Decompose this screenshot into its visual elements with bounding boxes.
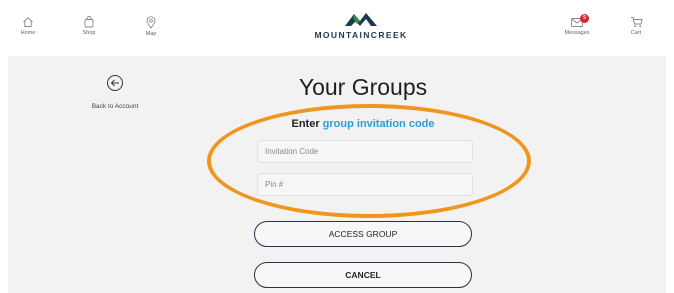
invitation-code-input[interactable] [257,140,473,163]
messages-count-badge: 5 [580,14,589,23]
mountain-logo-icon [345,13,377,26]
nav-map[interactable]: Map [131,16,171,37]
top-nav-bar: Home Shop Map MOUNTAINCREEK 5 Messages C… [8,8,666,56]
nav-cart-label: Cart [630,30,642,36]
brand-logo[interactable]: MOUNTAINCREEK [306,12,416,40]
cancel-button[interactable]: CANCEL [254,262,472,288]
nav-messages-label: Messages [564,30,590,36]
page-title: Your Groups [298,74,428,100]
back-arrow-icon [107,75,123,91]
nav-shop[interactable]: Shop [69,16,109,36]
back-to-account-label: Back to Account [91,103,139,110]
map-pin-icon [146,16,156,29]
brand-name: MOUNTAINCREEK [314,30,408,40]
back-to-account-button[interactable]: Back to Account [80,74,150,113]
nav-shop-label: Shop [82,30,96,36]
nav-map-label: Map [145,31,157,37]
access-group-button[interactable]: ACCESS GROUP [254,221,472,247]
home-icon [23,17,33,27]
shopping-bag-icon [84,16,94,28]
enter-prefix: Enter [291,118,320,130]
group-invitation-code-link[interactable]: group invitation code [323,118,435,130]
cart-icon [630,17,643,28]
nav-home-label: Home [20,30,36,36]
pin-input[interactable] [257,173,473,196]
enter-instruction: Enter group invitation code [208,118,518,130]
nav-home[interactable]: Home [8,16,48,36]
app-frame: Home Shop Map MOUNTAINCREEK 5 Messages C… [8,8,666,293]
nav-cart[interactable]: Cart [616,16,656,36]
nav-messages[interactable]: 5 Messages [557,14,597,36]
